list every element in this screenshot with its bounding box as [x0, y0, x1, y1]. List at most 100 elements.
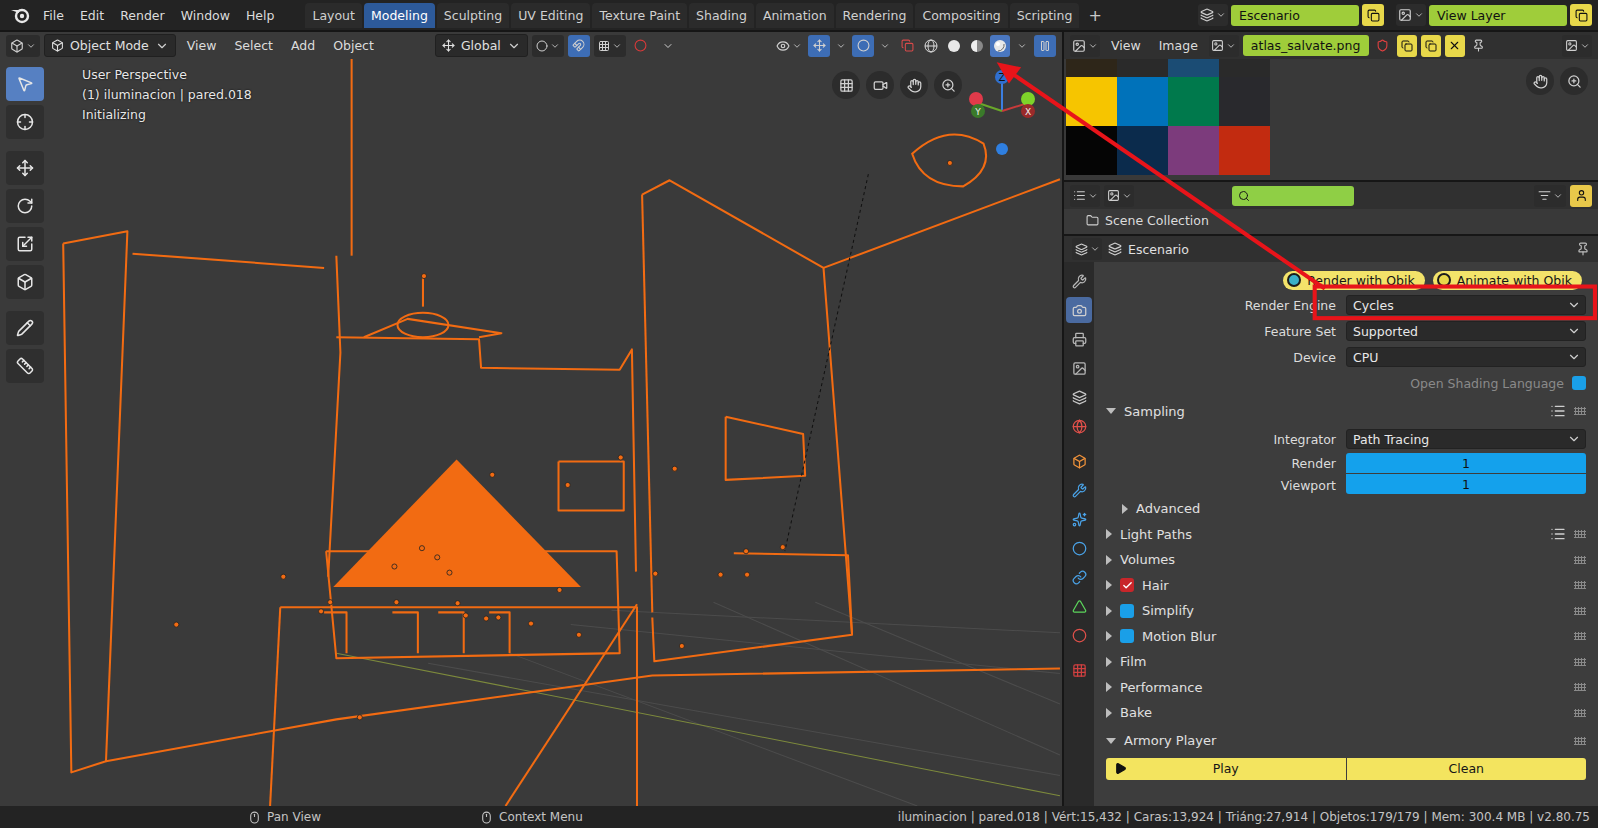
panel-header[interactable]: Volumes	[1102, 547, 1590, 573]
new-view-layer-button[interactable]	[1570, 4, 1592, 26]
new-scene-button[interactable]	[1362, 4, 1384, 26]
outliner-row[interactable]: Scene Collection	[1064, 209, 1598, 231]
cursor-tool-button[interactable]	[6, 105, 44, 139]
world-tab[interactable]	[1066, 413, 1092, 439]
view-layer-browse-button[interactable]	[1396, 4, 1426, 26]
perspective-toggle-button[interactable]	[832, 71, 860, 99]
transform-tool-button[interactable]	[6, 265, 44, 299]
tool-tab[interactable]	[1066, 268, 1092, 294]
workspace-tab[interactable]: Texture Paint	[592, 3, 687, 28]
viewport-menu-item[interactable]: Object	[326, 35, 381, 56]
mode-dropdown[interactable]: Object Mode	[44, 34, 176, 57]
rendered-shading-button[interactable]	[990, 35, 1010, 57]
workspace-tab[interactable]: Sculpting	[437, 3, 509, 28]
drag-handle-icon[interactable]	[1574, 607, 1586, 615]
rotate-tool-button[interactable]	[6, 189, 44, 223]
menu-item[interactable]: File	[36, 5, 71, 26]
panel-header[interactable]: Hair	[1102, 573, 1590, 599]
blender-logo-icon[interactable]	[10, 6, 30, 24]
panel-checkbox[interactable]	[1120, 604, 1134, 618]
solid-shading-button[interactable]	[944, 35, 964, 57]
zoom-button[interactable]	[1560, 67, 1588, 95]
image-view[interactable]	[1064, 59, 1598, 180]
editor-type-button[interactable]	[1070, 35, 1100, 57]
workspace-tab[interactable]: Modeling	[364, 3, 435, 28]
object-tab[interactable]	[1066, 448, 1092, 474]
display-mode-button[interactable]	[1562, 35, 1592, 57]
output-tab[interactable]	[1066, 326, 1092, 352]
panel-header[interactable]: Advanced	[1102, 496, 1590, 522]
snap-target-button[interactable]	[594, 35, 626, 57]
new-image-button[interactable]	[1397, 35, 1417, 57]
editor-type-button[interactable]	[1072, 238, 1102, 260]
open-image-button[interactable]	[1421, 35, 1441, 57]
panel-checkbox[interactable]	[1120, 578, 1134, 592]
pan-button[interactable]	[900, 71, 928, 99]
viewport-menu-item[interactable]: View	[180, 35, 224, 56]
checkbox[interactable]	[1572, 376, 1586, 390]
pin-button[interactable]	[1469, 35, 1489, 57]
scene-tab[interactable]	[1066, 384, 1092, 410]
unlink-image-button[interactable]	[1445, 35, 1465, 57]
scale-tool-button[interactable]	[6, 227, 44, 261]
display-mode-button[interactable]	[1104, 185, 1134, 207]
particles-tab[interactable]	[1066, 506, 1092, 532]
drag-handle-icon[interactable]	[1574, 530, 1586, 538]
render-tab[interactable]	[1066, 297, 1092, 323]
panel-header[interactable]: Performance	[1102, 675, 1590, 701]
measure-tool-button[interactable]	[6, 349, 44, 383]
new-collection-button[interactable]	[1570, 185, 1592, 207]
data-tab[interactable]	[1066, 593, 1092, 619]
xray-button[interactable]	[896, 35, 918, 57]
fake-user-button[interactable]	[1373, 35, 1393, 57]
panel-header[interactable]: Bake	[1102, 700, 1590, 726]
image-browse-button[interactable]	[1209, 35, 1239, 57]
drag-handle-icon[interactable]	[1574, 556, 1586, 564]
presets-icon[interactable]	[1550, 403, 1566, 419]
drag-handle-icon[interactable]	[1574, 737, 1586, 745]
workspace-tab[interactable]: Scripting	[1010, 3, 1080, 28]
editor-type-button[interactable]	[6, 35, 40, 57]
overlays-dropdown[interactable]	[877, 35, 893, 57]
scene-field[interactable]: Escenario	[1231, 5, 1359, 26]
material-tab[interactable]	[1066, 622, 1092, 648]
property-dropdown[interactable]: CPU	[1346, 347, 1586, 367]
view_layer-tab[interactable]	[1066, 355, 1092, 381]
outliner-search-field[interactable]	[1232, 186, 1354, 206]
annotate-tool-button[interactable]	[6, 311, 44, 345]
property-dropdown[interactable]: Path Tracing	[1346, 429, 1586, 449]
workspace-tab[interactable]: Shading	[689, 3, 754, 28]
drag-handle-icon[interactable]	[1574, 581, 1586, 589]
pan-button[interactable]	[1526, 67, 1554, 95]
number-field[interactable]: 1	[1346, 453, 1586, 473]
drag-handle-icon[interactable]	[1574, 709, 1586, 717]
pivot-button[interactable]	[532, 35, 564, 57]
texture-tab[interactable]	[1066, 657, 1092, 683]
panel-header[interactable]: Film	[1102, 649, 1590, 675]
checkbox-field[interactable]: Open Shading Language	[1102, 376, 1586, 391]
wireframe-scene[interactable]	[0, 59, 1062, 806]
workspace-tab[interactable]: UV Editing	[511, 3, 590, 28]
panel-header[interactable]: Armory Player	[1102, 726, 1590, 756]
view-layer-field[interactable]: View Layer	[1429, 5, 1567, 26]
camera-view-button[interactable]	[866, 71, 894, 99]
material-shading-button[interactable]	[967, 35, 987, 57]
workspace-tab[interactable]: Layout	[305, 3, 362, 28]
snap-button[interactable]	[568, 35, 590, 57]
player-button[interactable]: Clean	[1347, 758, 1587, 780]
pause-render-button[interactable]	[1034, 35, 1056, 57]
addon-button[interactable]: Animate with Qbik	[1433, 271, 1582, 290]
player-button[interactable]: Play	[1106, 758, 1346, 780]
orientation-dropdown[interactable]: Global	[435, 34, 528, 57]
pin-icon[interactable]	[1576, 242, 1590, 256]
property-dropdown[interactable]: Cycles	[1346, 295, 1586, 315]
falloff-button[interactable]	[656, 35, 680, 57]
proportional-edit-button[interactable]	[630, 35, 652, 57]
panel-checkbox[interactable]	[1120, 629, 1134, 643]
move-tool-button[interactable]	[6, 151, 44, 185]
shading-dropdown[interactable]	[1013, 35, 1031, 57]
scene-browse-button[interactable]	[1198, 4, 1228, 26]
image-menu-item[interactable]: View	[1104, 35, 1148, 56]
navigation-gizmo[interactable]: ZXY	[962, 67, 1042, 157]
menu-item[interactable]: Render	[113, 5, 172, 26]
